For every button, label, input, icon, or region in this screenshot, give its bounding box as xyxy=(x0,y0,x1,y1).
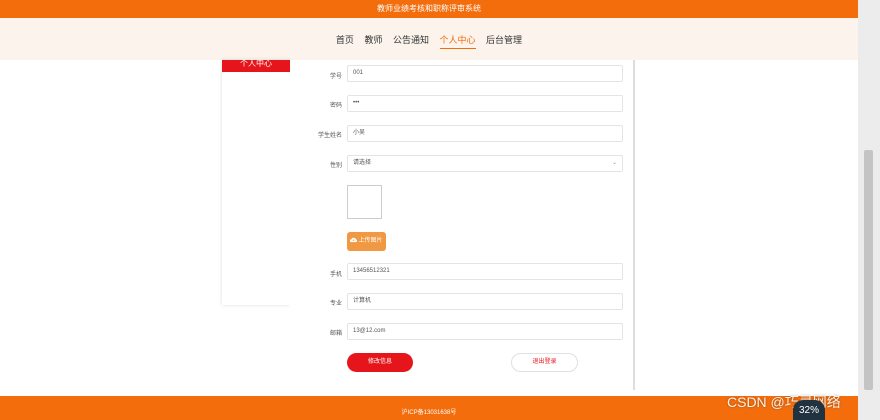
upload-image-button[interactable]: 上传图片 xyxy=(347,232,386,251)
gender-select[interactable]: 请选择 ⌄ xyxy=(347,155,623,172)
chevron-down-icon: ⌄ xyxy=(611,160,617,166)
nav-teacher[interactable]: 教师 xyxy=(364,33,382,48)
app-title: 教师业绩考核和职称评审系统 xyxy=(377,4,481,13)
scrollbar-thumb[interactable] xyxy=(864,150,873,390)
phone-field[interactable]: 13456512321 xyxy=(347,263,623,280)
username-field[interactable]: 001 xyxy=(347,65,623,82)
top-header-bar: 教师业绩考核和职称评审系统 xyxy=(0,0,858,18)
page-scrollbar[interactable] xyxy=(858,0,880,420)
upload-icon xyxy=(350,237,358,243)
upload-button-label: 上传图片 xyxy=(358,238,383,244)
phone-label: 手机 xyxy=(329,272,342,278)
username-label: 学号 xyxy=(329,74,342,80)
nav-admin[interactable]: 后台管理 xyxy=(486,33,522,48)
email-label: 邮箱 xyxy=(329,331,342,337)
update-info-button[interactable]: 修改信息 xyxy=(347,353,413,372)
gender-select-value: 请选择 xyxy=(353,160,372,166)
email-field[interactable]: 13@12.com xyxy=(347,323,623,340)
system-meter-widget: 32% xyxy=(793,400,825,420)
major-field[interactable]: 计算机 xyxy=(347,293,623,310)
major-label: 专业 xyxy=(329,301,342,307)
password-label: 密码 xyxy=(329,103,342,109)
sidebar-panel: 个人中心 xyxy=(222,60,290,305)
password-field[interactable]: ••• xyxy=(347,95,623,112)
name-field[interactable]: 小吴 xyxy=(347,125,623,142)
sidebar-item-personal-center[interactable]: 个人中心 xyxy=(222,60,290,72)
gender-label: 性别 xyxy=(329,163,342,169)
main-navigation: 首页 教师 公告通知 个人中心 后台管理 xyxy=(0,18,858,60)
nav-announcement[interactable]: 公告通知 xyxy=(393,33,429,48)
logout-button[interactable]: 退出登录 xyxy=(511,353,578,372)
name-label: 学生姓名 xyxy=(317,133,342,139)
avatar-image-preview xyxy=(347,185,382,219)
nav-personal-center[interactable]: 个人中心 xyxy=(439,33,476,49)
nav-home[interactable]: 首页 xyxy=(336,33,354,48)
